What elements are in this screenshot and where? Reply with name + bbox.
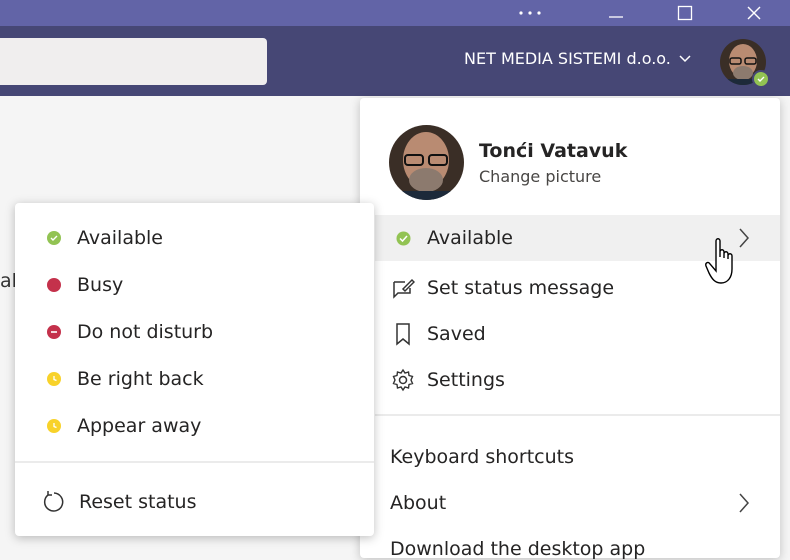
title-bar (0, 0, 790, 26)
status-option-be-right-back[interactable]: Be right back (15, 356, 374, 402)
profile-menu: Tonći Vatavuk Change picture Available S… (360, 98, 780, 560)
status-option-label: Appear away (77, 415, 202, 437)
change-picture-link[interactable]: Change picture (479, 167, 601, 186)
maximize-icon[interactable] (662, 0, 708, 26)
edit-message-icon (390, 275, 416, 301)
app-header: NET MEDIA SISTEMI d.o.o. (0, 26, 790, 96)
hand-cursor-icon (704, 237, 744, 291)
about-label: About (390, 492, 447, 514)
clock-status-icon (47, 419, 61, 433)
minimize-icon[interactable] (593, 0, 639, 26)
available-presence-icon (390, 225, 416, 251)
about-button[interactable]: About (390, 492, 750, 514)
busy-status-icon (47, 278, 61, 292)
status-option-label: Do not disturb (77, 321, 214, 343)
chevron-down-icon (679, 54, 691, 62)
reset-icon (42, 490, 66, 514)
status-option-do-not-disturb[interactable]: Do not disturb (15, 309, 374, 355)
profile-name: Tonći Vatavuk (479, 140, 628, 162)
status-option-busy[interactable]: Busy (15, 262, 374, 308)
clock-status-icon (47, 372, 61, 386)
org-switcher[interactable]: NET MEDIA SISTEMI d.o.o. (464, 49, 691, 68)
available-status-icon (47, 231, 61, 245)
presence-available-icon (752, 70, 770, 88)
status-submenu: Available Busy Do not disturb Be right b… (15, 203, 374, 536)
settings-label: Settings (427, 369, 505, 391)
status-option-label: Be right back (77, 368, 204, 390)
status-selector-label: Available (427, 227, 514, 249)
download-desktop-app-button[interactable]: Download the desktop app (390, 538, 645, 560)
gear-icon (390, 367, 416, 393)
status-menu-divider (15, 461, 374, 463)
profile-avatar[interactable] (389, 125, 464, 200)
status-option-label: Available (77, 227, 164, 249)
ellipsis-icon[interactable] (510, 0, 550, 26)
status-option-label: Busy (77, 274, 124, 296)
org-name: NET MEDIA SISTEMI d.o.o. (464, 49, 671, 68)
keyboard-shortcuts-button[interactable]: Keyboard shortcuts (390, 446, 574, 468)
chevron-right-icon (739, 493, 750, 513)
profile-avatar-button[interactable] (720, 39, 770, 89)
status-option-appear-away[interactable]: Appear away (15, 403, 374, 449)
settings-button[interactable]: Settings (375, 357, 780, 403)
close-icon[interactable] (731, 0, 777, 26)
bookmark-icon (390, 321, 416, 347)
status-option-available[interactable]: Available (15, 215, 374, 261)
reset-status-label: Reset status (79, 491, 197, 513)
search-input[interactable] (0, 38, 267, 85)
do-not-disturb-status-icon (47, 325, 61, 339)
menu-divider (375, 414, 780, 416)
saved-label: Saved (427, 323, 486, 345)
saved-button[interactable]: Saved (375, 311, 780, 357)
set-status-message-label: Set status message (427, 277, 615, 299)
reset-status-button[interactable]: Reset status (15, 479, 374, 525)
